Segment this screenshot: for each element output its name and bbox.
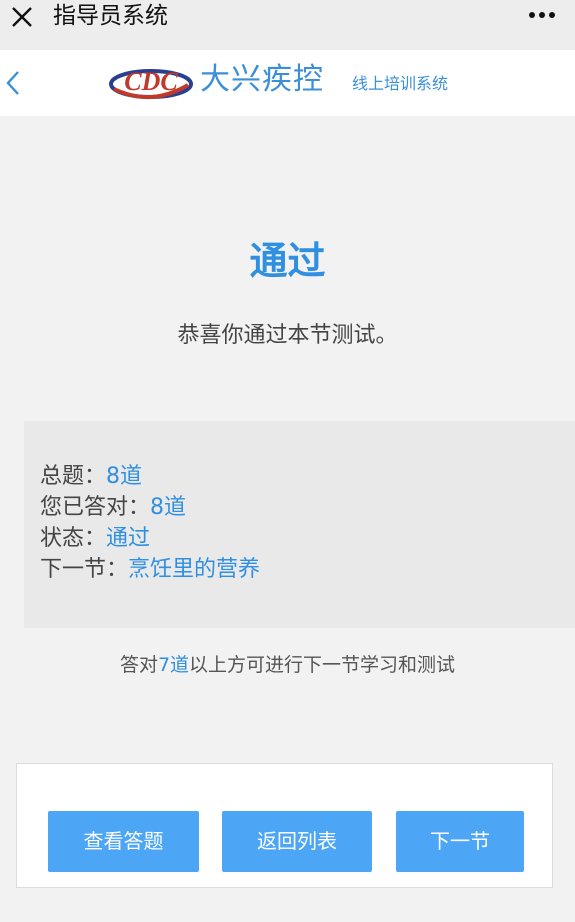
note-prefix: 答对 — [119, 654, 158, 676]
brand-name: 大兴疾控 — [200, 62, 324, 97]
next-section-row: 下一节：烹饪里的营养 — [40, 554, 260, 585]
status-value: 通过 — [106, 526, 151, 551]
next-section-value: 烹饪里的营养 — [128, 557, 261, 582]
total-questions-value: 8道 — [106, 464, 143, 489]
result-title: 通过 — [249, 239, 326, 283]
note-highlight: 7道 — [157, 654, 190, 676]
window-title: 指导员系统 — [53, 3, 168, 29]
logo-text: CDC — [124, 67, 178, 96]
correct-answers-label: 您已答对： — [40, 495, 151, 520]
next-section-button[interactable]: 下一节 — [396, 811, 524, 872]
brand-subtitle: 线上培训系统 — [352, 74, 449, 93]
more-icon[interactable] — [527, 6, 557, 24]
total-questions-label: 总题： — [40, 464, 107, 489]
back-to-list-button[interactable]: 返回列表 — [222, 811, 372, 872]
view-answers-button[interactable]: 查看答题 — [48, 811, 199, 872]
total-questions-row: 总题：8道 — [40, 461, 142, 492]
status-label: 状态： — [40, 526, 107, 551]
window-titlebar: 指导员系统 — [0, 0, 575, 50]
correct-answers-row: 您已答对：8道 — [40, 492, 186, 523]
next-section-label: 下一节： — [40, 557, 129, 582]
back-arrow-icon[interactable] — [4, 70, 22, 96]
correct-answers-value: 8道 — [150, 495, 187, 520]
cdc-logo-icon: CDC — [109, 67, 193, 100]
result-info-panel: 总题：8道 您已答对：8道 状态：通过 下一节：烹饪里的营养 — [24, 421, 575, 628]
page-header: CDC 大兴疾控 线上培训系统 — [0, 50, 575, 116]
action-panel: 查看答题 返回列表 下一节 — [16, 763, 553, 888]
pass-requirement-note: 答对7道以上方可进行下一节学习和测试 — [0, 650, 575, 680]
status-row: 状态：通过 — [40, 523, 150, 554]
note-suffix: 以上方可进行下一节学习和测试 — [189, 654, 456, 676]
result-message: 恭喜你通过本节测试。 — [177, 323, 398, 348]
close-icon[interactable] — [8, 3, 36, 31]
